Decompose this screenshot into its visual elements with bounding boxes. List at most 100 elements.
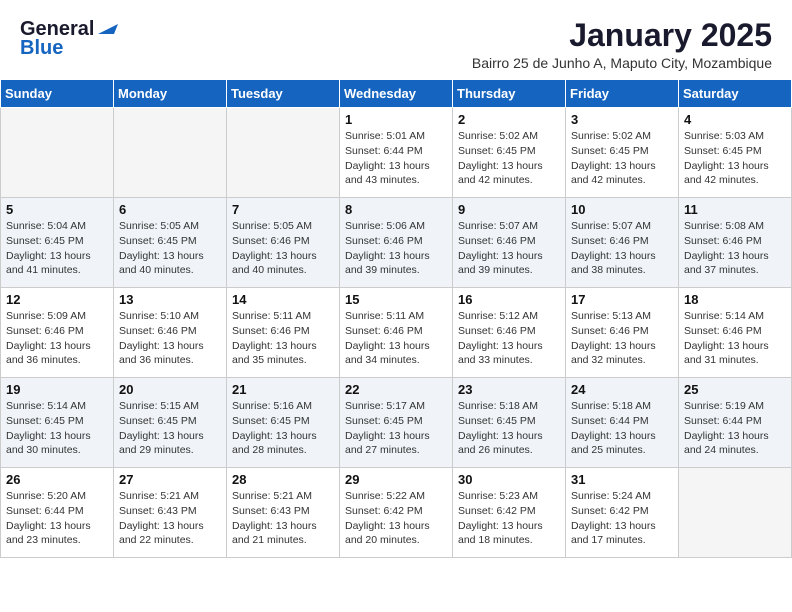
location-subtitle: Bairro 25 de Junho A, Maputo City, Mozam…	[472, 55, 772, 71]
day-detail-text: Sunrise: 5:02 AM Sunset: 6:45 PM Dayligh…	[458, 129, 560, 188]
calendar-cell: 22Sunrise: 5:17 AM Sunset: 6:45 PM Dayli…	[340, 378, 453, 468]
day-detail-text: Sunrise: 5:21 AM Sunset: 6:43 PM Dayligh…	[232, 489, 334, 548]
day-number: 13	[119, 292, 221, 307]
calendar-week-row: 5 Sunrise: 5:04 AM Sunset: 6:45 PM Daylig…	[1, 198, 792, 288]
day-detail-text: Sunrise: 5:09 AM Sunset: 6:46 PM Dayligh…	[6, 309, 108, 368]
calendar-cell	[679, 468, 792, 558]
day-number: 10	[571, 202, 673, 217]
calendar-cell: 9 Sunrise: 5:07 AM Sunset: 6:46 PM Daylig…	[453, 198, 566, 288]
calendar-cell: 10 Sunrise: 5:07 AM Sunset: 6:46 PM Dayli…	[566, 198, 679, 288]
day-header-tuesday: Tuesday	[227, 80, 340, 108]
calendar-cell: 6 Sunrise: 5:05 AM Sunset: 6:45 PM Daylig…	[114, 198, 227, 288]
calendar-cell	[227, 108, 340, 198]
day-header-wednesday: Wednesday	[340, 80, 453, 108]
day-detail-text: Sunrise: 5:05 AM Sunset: 6:45 PM Dayligh…	[119, 219, 221, 278]
day-detail-text: Sunrise: 5:14 AM Sunset: 6:46 PM Dayligh…	[684, 309, 786, 368]
day-detail-text: Sunrise: 5:21 AM Sunset: 6:43 PM Dayligh…	[119, 489, 221, 548]
calendar-cell: 30 Sunrise: 5:23 AM Sunset: 6:42 PM Dayli…	[453, 468, 566, 558]
day-detail-text: Sunrise: 5:18 AM Sunset: 6:45 PM Dayligh…	[458, 399, 560, 458]
day-number: 21	[232, 382, 334, 397]
day-number: 28	[232, 472, 334, 487]
calendar-cell	[114, 108, 227, 198]
day-number: 24	[571, 382, 673, 397]
calendar-table: SundayMondayTuesdayWednesdayThursdayFrid…	[0, 79, 792, 558]
day-detail-text: Sunrise: 5:04 AM Sunset: 6:45 PM Dayligh…	[6, 219, 108, 278]
calendar-week-row: 19Sunrise: 5:14 AM Sunset: 6:45 PM Dayli…	[1, 378, 792, 468]
page-header: General Blue January 2025 Bairro 25 de J…	[0, 0, 792, 79]
day-number: 5	[6, 202, 108, 217]
day-number: 29	[345, 472, 447, 487]
day-detail-text: Sunrise: 5:12 AM Sunset: 6:46 PM Dayligh…	[458, 309, 560, 368]
logo: General Blue	[20, 18, 118, 60]
calendar-cell: 3 Sunrise: 5:02 AM Sunset: 6:45 PM Daylig…	[566, 108, 679, 198]
day-number: 20	[119, 382, 221, 397]
day-detail-text: Sunrise: 5:22 AM Sunset: 6:42 PM Dayligh…	[345, 489, 447, 548]
calendar-cell: 29 Sunrise: 5:22 AM Sunset: 6:42 PM Dayli…	[340, 468, 453, 558]
day-header-friday: Friday	[566, 80, 679, 108]
calendar-cell: 21 Sunrise: 5:16 AM Sunset: 6:45 PM Dayli…	[227, 378, 340, 468]
calendar-cell: 19Sunrise: 5:14 AM Sunset: 6:45 PM Dayli…	[1, 378, 114, 468]
calendar-week-row: 26 Sunrise: 5:20 AM Sunset: 6:44 PM Dayli…	[1, 468, 792, 558]
month-year-title: January 2025	[472, 18, 772, 53]
calendar-week-row: 1Sunrise: 5:01 AM Sunset: 6:44 PM Daylig…	[1, 108, 792, 198]
day-detail-text: Sunrise: 5:06 AM Sunset: 6:46 PM Dayligh…	[345, 219, 447, 278]
day-detail-text: Sunrise: 5:07 AM Sunset: 6:46 PM Dayligh…	[458, 219, 560, 278]
day-number: 8	[345, 202, 447, 217]
day-number: 6	[119, 202, 221, 217]
day-header-sunday: Sunday	[1, 80, 114, 108]
day-detail-text: Sunrise: 5:07 AM Sunset: 6:46 PM Dayligh…	[571, 219, 673, 278]
day-detail-text: Sunrise: 5:05 AM Sunset: 6:46 PM Dayligh…	[232, 219, 334, 278]
calendar-cell: 31 Sunrise: 5:24 AM Sunset: 6:42 PM Dayli…	[566, 468, 679, 558]
day-detail-text: Sunrise: 5:19 AM Sunset: 6:44 PM Dayligh…	[684, 399, 786, 458]
calendar-cell: 17 Sunrise: 5:13 AM Sunset: 6:46 PM Dayli…	[566, 288, 679, 378]
day-detail-text: Sunrise: 5:15 AM Sunset: 6:45 PM Dayligh…	[119, 399, 221, 458]
day-header-monday: Monday	[114, 80, 227, 108]
day-number: 26	[6, 472, 108, 487]
day-detail-text: Sunrise: 5:11 AM Sunset: 6:46 PM Dayligh…	[232, 309, 334, 368]
calendar-cell: 14Sunrise: 5:11 AM Sunset: 6:46 PM Dayli…	[227, 288, 340, 378]
day-detail-text: Sunrise: 5:24 AM Sunset: 6:42 PM Dayligh…	[571, 489, 673, 548]
day-number: 12	[6, 292, 108, 307]
calendar-cell: 16 Sunrise: 5:12 AM Sunset: 6:46 PM Dayli…	[453, 288, 566, 378]
calendar-cell: 24 Sunrise: 5:18 AM Sunset: 6:44 PM Dayli…	[566, 378, 679, 468]
day-detail-text: Sunrise: 5:01 AM Sunset: 6:44 PM Dayligh…	[345, 129, 447, 188]
calendar-cell: 13 Sunrise: 5:10 AM Sunset: 6:46 PM Dayli…	[114, 288, 227, 378]
day-detail-text: Sunrise: 5:16 AM Sunset: 6:45 PM Dayligh…	[232, 399, 334, 458]
day-detail-text: Sunrise: 5:13 AM Sunset: 6:46 PM Dayligh…	[571, 309, 673, 368]
day-detail-text: Sunrise: 5:10 AM Sunset: 6:46 PM Dayligh…	[119, 309, 221, 368]
calendar-week-row: 12 Sunrise: 5:09 AM Sunset: 6:46 PM Dayli…	[1, 288, 792, 378]
day-number: 18	[684, 292, 786, 307]
day-number: 11	[684, 202, 786, 217]
calendar-cell: 15 Sunrise: 5:11 AM Sunset: 6:46 PM Dayli…	[340, 288, 453, 378]
calendar-cell: 26 Sunrise: 5:20 AM Sunset: 6:44 PM Dayli…	[1, 468, 114, 558]
day-detail-text: Sunrise: 5:08 AM Sunset: 6:46 PM Dayligh…	[684, 219, 786, 278]
day-number: 27	[119, 472, 221, 487]
day-number: 3	[571, 112, 673, 127]
day-detail-text: Sunrise: 5:02 AM Sunset: 6:45 PM Dayligh…	[571, 129, 673, 188]
calendar-header-row: SundayMondayTuesdayWednesdayThursdayFrid…	[1, 80, 792, 108]
calendar-cell: 12 Sunrise: 5:09 AM Sunset: 6:46 PM Dayli…	[1, 288, 114, 378]
calendar-cell: 5 Sunrise: 5:04 AM Sunset: 6:45 PM Daylig…	[1, 198, 114, 288]
day-number: 15	[345, 292, 447, 307]
day-number: 17	[571, 292, 673, 307]
calendar-cell: 18 Sunrise: 5:14 AM Sunset: 6:46 PM Dayli…	[679, 288, 792, 378]
day-number: 2	[458, 112, 560, 127]
calendar-cell: 2 Sunrise: 5:02 AM Sunset: 6:45 PM Daylig…	[453, 108, 566, 198]
day-detail-text: Sunrise: 5:11 AM Sunset: 6:46 PM Dayligh…	[345, 309, 447, 368]
day-detail-text: Sunrise: 5:17 AM Sunset: 6:45 PM Dayligh…	[345, 399, 447, 458]
day-number: 31	[571, 472, 673, 487]
calendar-cell: 20 Sunrise: 5:15 AM Sunset: 6:45 PM Dayli…	[114, 378, 227, 468]
day-number: 4	[684, 112, 786, 127]
calendar-cell: 1Sunrise: 5:01 AM Sunset: 6:44 PM Daylig…	[340, 108, 453, 198]
calendar-cell: 11 Sunrise: 5:08 AM Sunset: 6:46 PM Dayli…	[679, 198, 792, 288]
day-detail-text: Sunrise: 5:23 AM Sunset: 6:42 PM Dayligh…	[458, 489, 560, 548]
calendar-cell: 7 Sunrise: 5:05 AM Sunset: 6:46 PM Daylig…	[227, 198, 340, 288]
calendar-cell: 8 Sunrise: 5:06 AM Sunset: 6:46 PM Daylig…	[340, 198, 453, 288]
day-detail-text: Sunrise: 5:18 AM Sunset: 6:44 PM Dayligh…	[571, 399, 673, 458]
day-number: 23	[458, 382, 560, 397]
day-number: 9	[458, 202, 560, 217]
day-number: 16	[458, 292, 560, 307]
day-number: 30	[458, 472, 560, 487]
day-number: 7	[232, 202, 334, 217]
day-detail-text: Sunrise: 5:20 AM Sunset: 6:44 PM Dayligh…	[6, 489, 108, 548]
